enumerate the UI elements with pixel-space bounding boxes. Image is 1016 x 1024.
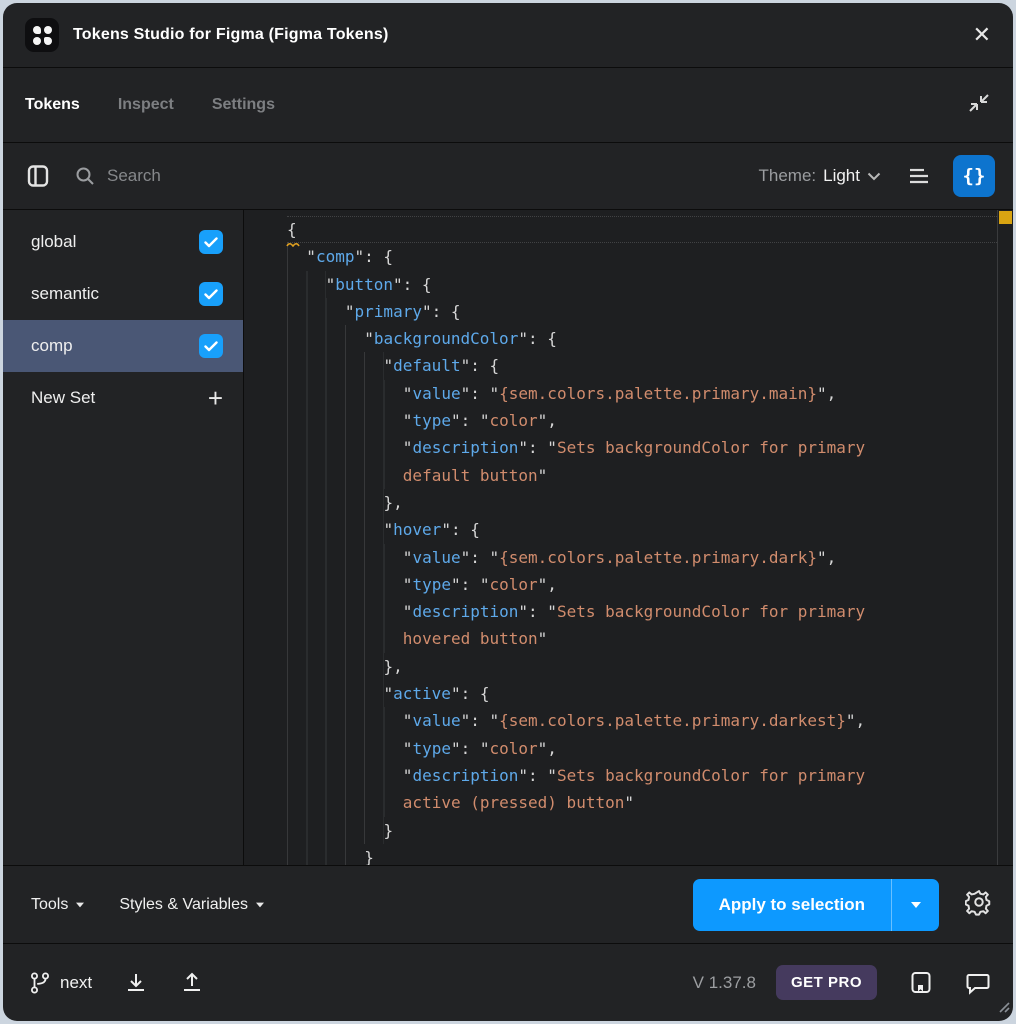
search-icon: [75, 166, 95, 186]
token-set-label: comp: [31, 336, 199, 356]
chevron-down-icon: [76, 902, 84, 907]
add-set-icon[interactable]: +: [208, 388, 223, 408]
styles-variables-dropdown[interactable]: Styles & Variables: [119, 896, 265, 914]
action-bar: Tools Styles & Variables Apply to select…: [3, 865, 1013, 943]
theme-label: Theme:: [758, 166, 816, 186]
chevron-down-icon: [867, 172, 881, 181]
get-pro-button[interactable]: GET PRO: [776, 965, 877, 1000]
code-line[interactable]: active (pressed) button": [287, 789, 997, 816]
settings-gear-icon[interactable]: [965, 888, 993, 921]
code-line[interactable]: "type": "color",: [287, 735, 997, 762]
apply-options-arrow[interactable]: [891, 879, 939, 931]
code-line[interactable]: "description": "Sets backgroundColor for…: [287, 434, 997, 461]
tab-tokens[interactable]: Tokens: [25, 96, 80, 114]
code-line[interactable]: "type": "color",: [287, 571, 997, 598]
plugin-window: Tokens Studio for Figma (Figma Tokens) ✕…: [3, 3, 1013, 1021]
code-line[interactable]: "value": "{sem.colors.palette.primary.da…: [287, 707, 997, 734]
export-icon[interactable]: [180, 971, 204, 995]
json-view-button[interactable]: {}: [953, 155, 995, 197]
main-area: global semantic comp New Set +: [3, 210, 1013, 865]
code-line[interactable]: "button": {: [287, 271, 997, 298]
search-box[interactable]: [75, 166, 758, 186]
code-line[interactable]: hovered button": [287, 625, 997, 652]
code-line[interactable]: }: [287, 817, 997, 844]
code-line[interactable]: default button": [287, 462, 997, 489]
json-code[interactable]: {"comp": {"button": {"primary": {"backgr…: [244, 210, 997, 865]
apply-to-selection-button[interactable]: Apply to selection: [693, 879, 891, 931]
version-label: V 1.37.8: [693, 973, 756, 993]
chevron-down-icon: [256, 902, 264, 907]
code-line[interactable]: "primary": {: [287, 298, 997, 325]
tab-settings[interactable]: Settings: [212, 96, 275, 114]
styles-variables-label: Styles & Variables: [119, 896, 248, 914]
collapse-window-icon[interactable]: [967, 90, 991, 121]
tokens-studio-logo-icon: [25, 18, 59, 52]
window-title: Tokens Studio for Figma (Figma Tokens): [73, 26, 388, 44]
code-line[interactable]: "value": "{sem.colors.palette.primary.ma…: [287, 380, 997, 407]
token-set-semantic[interactable]: semantic: [3, 268, 243, 320]
token-set-checkbox[interactable]: [199, 282, 223, 306]
code-line[interactable]: "description": "Sets backgroundColor for…: [287, 598, 997, 625]
branch-name: next: [60, 973, 92, 993]
new-set-row[interactable]: New Set +: [3, 372, 243, 424]
token-sets-sidebar: global semantic comp New Set +: [3, 210, 244, 865]
code-line[interactable]: }: [287, 844, 997, 865]
import-icon[interactable]: [124, 971, 148, 995]
code-line[interactable]: },: [287, 489, 997, 516]
editor-scrollbar[interactable]: [997, 210, 1013, 865]
token-set-checkbox[interactable]: [199, 230, 223, 254]
annotation-marker: [999, 211, 1012, 224]
apply-button-group: Apply to selection: [693, 879, 939, 931]
code-line[interactable]: {: [287, 216, 997, 243]
token-set-global[interactable]: global: [3, 216, 243, 268]
close-icon[interactable]: ✕: [973, 24, 991, 46]
resize-handle[interactable]: [994, 997, 1010, 1018]
tools-label: Tools: [31, 896, 68, 914]
title-bar: Tokens Studio for Figma (Figma Tokens) ✕: [3, 3, 1013, 68]
git-branch-icon: [29, 971, 51, 995]
feedback-chat-icon[interactable]: [965, 971, 991, 995]
tab-inspect[interactable]: Inspect: [118, 96, 174, 114]
code-line[interactable]: "value": "{sem.colors.palette.primary.da…: [287, 544, 997, 571]
tools-dropdown[interactable]: Tools: [31, 896, 85, 914]
code-line[interactable]: "comp": {: [287, 243, 997, 270]
code-line[interactable]: "default": {: [287, 352, 997, 379]
token-set-checkbox[interactable]: [199, 334, 223, 358]
search-input[interactable]: [107, 166, 407, 186]
theme-dropdown[interactable]: Theme: Light: [758, 166, 881, 186]
docs-bookmark-icon[interactable]: [909, 970, 933, 996]
code-line[interactable]: "backgroundColor": {: [287, 325, 997, 352]
token-list-view-icon[interactable]: [907, 167, 931, 185]
theme-value: Light: [823, 166, 860, 186]
token-set-comp[interactable]: comp: [3, 320, 243, 372]
code-line[interactable]: "type": "color",: [287, 407, 997, 434]
new-set-label: New Set: [31, 388, 208, 408]
tab-bar: Tokens Inspect Settings: [3, 68, 1013, 143]
sidebar-toggle-icon[interactable]: [27, 164, 49, 188]
branch-selector[interactable]: next: [29, 971, 92, 995]
json-editor[interactable]: {"comp": {"button": {"primary": {"backgr…: [244, 210, 1013, 865]
matching-bracket-caret-icon: [286, 241, 300, 247]
code-line[interactable]: "hover": {: [287, 516, 997, 543]
footer-bar: next V 1.37.8 GET PRO: [3, 943, 1013, 1021]
token-set-label: global: [31, 232, 199, 252]
token-set-label: semantic: [31, 284, 199, 304]
code-line[interactable]: "active": {: [287, 680, 997, 707]
editor-toolbar: Theme: Light {}: [3, 143, 1013, 210]
code-line[interactable]: },: [287, 653, 997, 680]
code-line[interactable]: "description": "Sets backgroundColor for…: [287, 762, 997, 789]
